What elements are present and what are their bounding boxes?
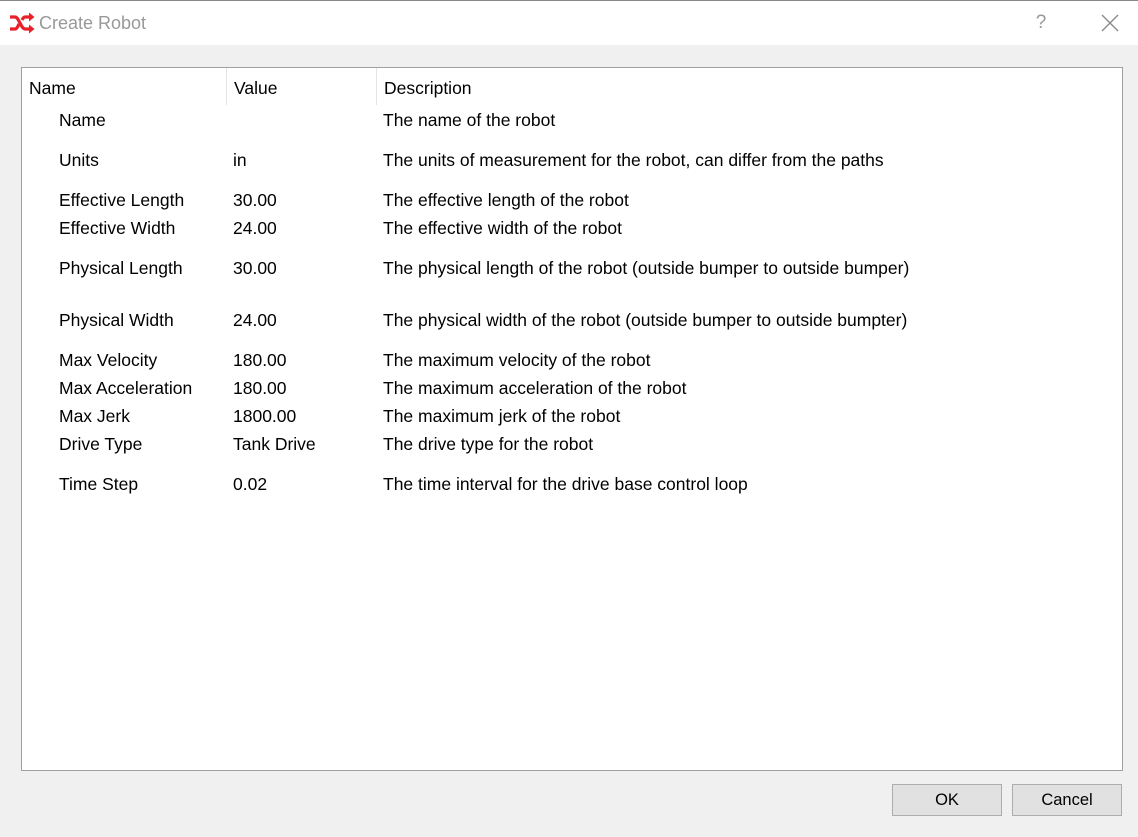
table-row[interactable]: Drive Type Tank Drive The drive type for… (22, 431, 1122, 457)
property-description: The drive type for the robot (383, 434, 594, 454)
property-description: The physical length of the robot (outsid… (383, 258, 910, 278)
property-value[interactable]: 24.00 (233, 307, 277, 333)
property-name: Max Velocity (59, 350, 158, 370)
header-value[interactable]: Value (227, 68, 377, 105)
property-name: Max Jerk (59, 406, 130, 426)
property-description: The physical width of the robot (outside… (383, 310, 908, 330)
close-icon[interactable] (1098, 11, 1122, 35)
property-value[interactable]: 180.00 (233, 347, 287, 373)
property-description: The name of the robot (383, 110, 556, 130)
property-description: The maximum acceleration of the robot (383, 378, 687, 398)
property-name: Drive Type (59, 434, 143, 454)
property-value[interactable]: 30.00 (233, 255, 277, 281)
table-row[interactable]: Max Jerk 1800.00 The maximum jerk of the… (22, 403, 1122, 429)
table-row[interactable]: Effective Width 24.00 The effective widt… (22, 215, 1122, 241)
property-description: The maximum jerk of the robot (383, 406, 621, 426)
property-description: The effective width of the robot (383, 218, 622, 238)
property-name: Physical Width (59, 310, 174, 330)
property-name: Time Step (59, 474, 139, 494)
property-value[interactable]: in (233, 147, 247, 173)
question-mark-icon[interactable]: ? (1030, 9, 1052, 37)
property-name: Effective Width (59, 218, 176, 238)
property-description: The maximum velocity of the robot (383, 350, 651, 370)
property-description: The units of measurement for the robot, … (383, 150, 884, 170)
table-row[interactable]: Physical Length 30.00 The physical lengt… (22, 255, 1122, 281)
shuffle-icon (9, 12, 35, 34)
property-name: Units (59, 150, 99, 170)
cancel-button[interactable]: Cancel (1012, 784, 1122, 816)
property-description: The time interval for the drive base con… (383, 474, 748, 494)
property-name: Physical Length (59, 258, 183, 278)
property-value[interactable]: 30.00 (233, 187, 277, 213)
table-row[interactable]: Units in The units of measurement for th… (22, 147, 1122, 173)
table-row[interactable]: Name The name of the robot (22, 107, 1122, 133)
table-row[interactable]: Max Acceleration 180.00 The maximum acce… (22, 375, 1122, 401)
property-description: The effective length of the robot (383, 190, 629, 210)
create-robot-dialog: Create Robot ? Name Value Description Na… (0, 0, 1138, 837)
property-value[interactable]: 180.00 (233, 375, 287, 401)
table-row[interactable]: Physical Width 24.00 The physical width … (22, 307, 1122, 333)
table-row[interactable]: Time Step 0.02 The time interval for the… (22, 471, 1122, 497)
property-name: Max Acceleration (59, 378, 193, 398)
property-name: Name (59, 110, 106, 130)
window-title: Create Robot (39, 13, 147, 33)
robot-properties-table: Name Value Description Name The name of … (21, 67, 1123, 771)
header-name[interactable]: Name (22, 68, 227, 105)
property-value[interactable]: Tank Drive (233, 431, 316, 457)
title-bar: Create Robot ? (0, 0, 1138, 45)
header-description[interactable]: Description (377, 68, 1122, 105)
property-name: Effective Length (59, 190, 185, 210)
table-row[interactable]: Max Velocity 180.00 The maximum velocity… (22, 347, 1122, 373)
ok-button[interactable]: OK (892, 784, 1002, 816)
property-value[interactable]: 1800.00 (233, 403, 296, 429)
property-value[interactable]: 24.00 (233, 215, 277, 241)
table-header: Name Value Description (22, 68, 1122, 105)
table-row[interactable]: Effective Length 30.00 The effective len… (22, 187, 1122, 213)
property-value[interactable]: 0.02 (233, 471, 267, 497)
